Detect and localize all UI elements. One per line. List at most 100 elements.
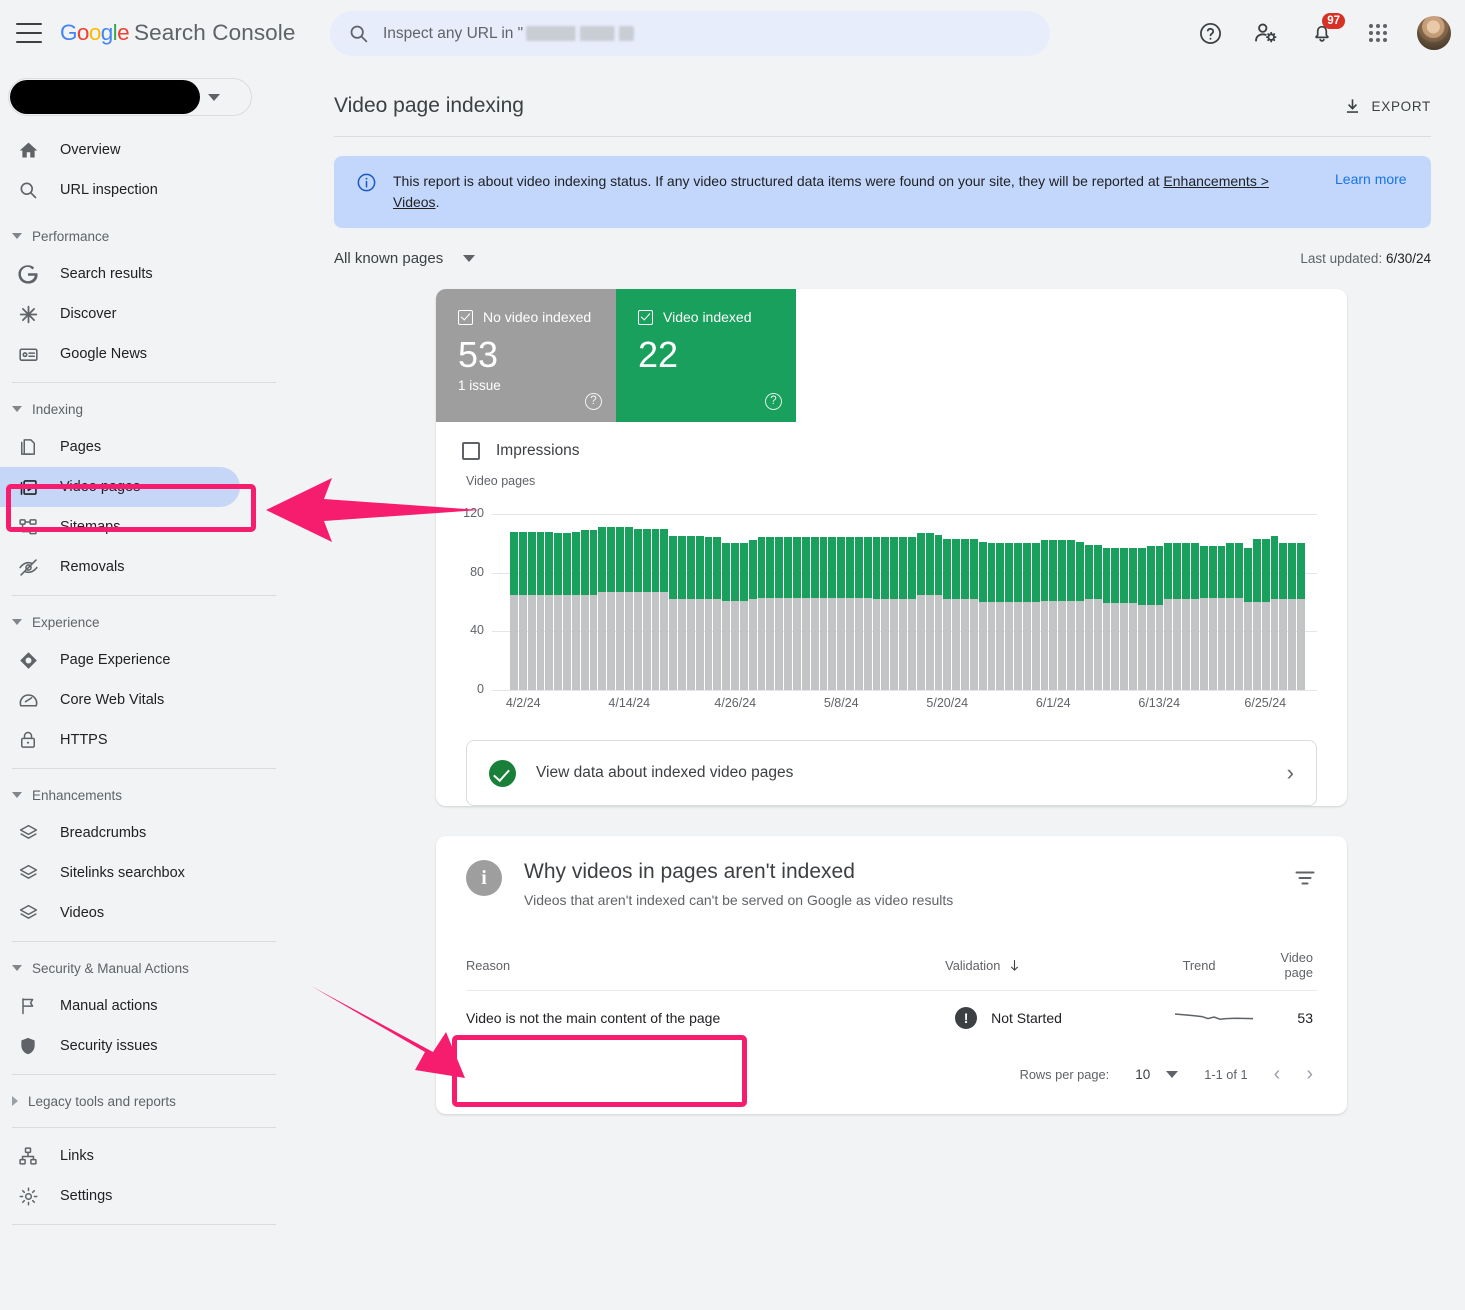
chart-bar[interactable] xyxy=(1288,543,1297,690)
hamburger-icon[interactable] xyxy=(16,23,42,43)
chart-bar[interactable] xyxy=(1252,538,1261,690)
apps-grid-icon[interactable] xyxy=(1361,16,1395,50)
chart-bar[interactable] xyxy=(925,533,934,690)
chart-bar[interactable] xyxy=(1076,541,1084,690)
chart-bar[interactable] xyxy=(713,537,722,690)
chart-bar[interactable] xyxy=(1199,546,1208,690)
chart-bar[interactable] xyxy=(686,536,695,690)
chart-bar[interactable] xyxy=(1226,543,1235,690)
chart-bar[interactable] xyxy=(554,533,563,690)
chart-bar[interactable] xyxy=(722,543,731,690)
chart-bar[interactable] xyxy=(1137,547,1146,690)
chart-bar[interactable] xyxy=(1120,547,1129,690)
sidebar-item-sitemaps[interactable]: Sitemaps xyxy=(0,507,240,547)
sidebar-item-google-news[interactable]: Google News xyxy=(0,334,240,374)
sidebar-item-sitelinks-searchbox[interactable]: Sitelinks searchbox xyxy=(0,853,240,893)
chart-bar[interactable] xyxy=(757,537,766,690)
sidebar-item-discover[interactable]: Discover xyxy=(0,294,240,334)
chart-bar[interactable] xyxy=(899,537,907,690)
chart-bar[interactable] xyxy=(775,537,784,690)
chart-bar[interactable] xyxy=(1182,543,1190,690)
sidebar-item-video-pages[interactable]: Video pages xyxy=(0,467,240,507)
impressions-toggle[interactable]: Impressions xyxy=(436,422,1347,464)
sidebar-item-settings[interactable]: Settings xyxy=(0,1176,240,1216)
checkbox-icon[interactable] xyxy=(462,442,480,460)
chart-bar[interactable] xyxy=(1093,544,1102,690)
sidebar-item-manual-actions[interactable]: Manual actions xyxy=(0,986,240,1026)
chart-bar[interactable] xyxy=(1049,540,1058,690)
chart-bar[interactable] xyxy=(695,536,704,690)
sidebar-section-indexing[interactable]: Indexing xyxy=(0,391,300,427)
chart-bar[interactable] xyxy=(934,534,943,690)
sidebar-section-enhancements[interactable]: Enhancements xyxy=(0,777,300,813)
chart-bar[interactable] xyxy=(678,536,686,690)
chart-bar[interactable] xyxy=(527,531,536,690)
sidebar-item-page-experience[interactable]: Page Experience xyxy=(0,640,240,680)
sidebar-item-pages[interactable]: Pages xyxy=(0,427,240,467)
chart-bar[interactable] xyxy=(916,533,925,690)
chart-bar[interactable] xyxy=(1058,540,1067,690)
sidebar-section-performance[interactable]: Performance xyxy=(0,218,300,254)
chart-bar[interactable] xyxy=(739,543,748,690)
chart-plot[interactable]: 0 40 80 120 xyxy=(450,494,1317,696)
chart-bar[interactable] xyxy=(624,527,633,690)
sidebar-item-breadcrumbs[interactable]: Breadcrumbs xyxy=(0,813,240,853)
chart-bar[interactable] xyxy=(890,537,899,690)
chart-bar[interactable] xyxy=(510,531,518,690)
next-page-button[interactable]: › xyxy=(1306,1064,1313,1084)
sidebar-item-search-results[interactable]: Search results xyxy=(0,254,240,294)
checkbox-icon[interactable] xyxy=(638,309,653,325)
chart-bar[interactable] xyxy=(616,527,624,690)
chart-bar[interactable] xyxy=(952,538,961,690)
chart-bar[interactable] xyxy=(819,537,828,690)
sidebar-item-removals[interactable]: Removals xyxy=(0,547,240,587)
chart-bar[interactable] xyxy=(1261,538,1270,690)
chart-bar[interactable] xyxy=(1235,543,1244,690)
chart-bar[interactable] xyxy=(1297,543,1305,690)
chart-bar[interactable] xyxy=(1279,543,1288,690)
chart-bar[interactable] xyxy=(881,537,890,690)
sidebar-item-videos[interactable]: Videos xyxy=(0,893,240,933)
chart-bar[interactable] xyxy=(651,528,660,690)
chart-bar[interactable] xyxy=(987,543,996,690)
view-indexed-video-pages-row[interactable]: View data about indexed video pages › xyxy=(466,740,1317,806)
chart-bar[interactable] xyxy=(863,537,872,690)
sidebar-item-security-issues[interactable]: Security issues xyxy=(0,1026,240,1066)
help-icon[interactable]: ? xyxy=(585,393,602,410)
chart-bar[interactable] xyxy=(907,537,916,690)
chart-bar[interactable] xyxy=(961,538,969,690)
chart-bar[interactable] xyxy=(1146,546,1155,690)
chart-bar[interactable] xyxy=(1208,546,1217,690)
help-icon[interactable] xyxy=(1193,16,1227,50)
chart-bar[interactable] xyxy=(518,531,527,690)
reason-cell[interactable]: Video is not the main content of the pag… xyxy=(466,1010,955,1026)
chart-bar[interactable] xyxy=(1190,543,1199,690)
chart-bar[interactable] xyxy=(633,528,642,690)
chart-bar[interactable] xyxy=(801,537,810,690)
chart-bar[interactable] xyxy=(996,543,1005,690)
help-icon[interactable]: ? xyxy=(765,393,782,410)
chart-bar[interactable] xyxy=(793,537,801,690)
user-settings-icon[interactable] xyxy=(1249,16,1283,50)
filter-icon[interactable] xyxy=(1293,860,1317,895)
chart-bar[interactable] xyxy=(1217,546,1226,690)
learn-more-link[interactable]: Learn more xyxy=(1335,171,1407,187)
metric-video-indexed[interactable]: Video indexed 22 ? xyxy=(616,289,796,422)
chart-bar[interactable] xyxy=(1031,543,1040,690)
chart-bar[interactable] xyxy=(1005,543,1014,690)
sidebar-item-links[interactable]: Links xyxy=(0,1136,240,1176)
chart-bar[interactable] xyxy=(969,538,978,690)
chart-bar[interactable] xyxy=(1244,547,1252,690)
chart-bar[interactable] xyxy=(766,537,775,690)
chart-bar[interactable] xyxy=(872,537,881,690)
sidebar-item-overview[interactable]: Overview xyxy=(0,130,240,170)
avatar[interactable] xyxy=(1417,16,1451,50)
chart-bar[interactable] xyxy=(978,541,987,690)
sidebar-item-core-web-vitals[interactable]: Core Web Vitals xyxy=(0,680,240,720)
sidebar-section-security[interactable]: Security & Manual Actions xyxy=(0,950,300,986)
chart-bar[interactable] xyxy=(784,537,792,690)
chart-bar[interactable] xyxy=(1040,540,1049,690)
sidebar-item-url-inspection[interactable]: URL inspection xyxy=(0,170,240,210)
sidebar-item-https[interactable]: HTTPS xyxy=(0,720,240,760)
chart-bar[interactable] xyxy=(598,527,607,690)
